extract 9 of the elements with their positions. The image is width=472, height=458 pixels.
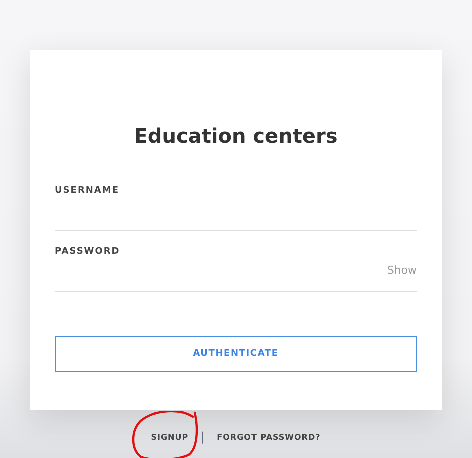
page-title: Education centers bbox=[133, 124, 339, 148]
show-password-toggle[interactable]: Show bbox=[387, 264, 417, 276]
field-label: USERNAME bbox=[55, 186, 120, 196]
signup-link[interactable]: SIGNUP bbox=[151, 432, 189, 442]
field-label: PASSWORD bbox=[55, 247, 122, 257]
password-field[interactable]: Show bbox=[55, 257, 417, 292]
authenticate-button[interactable]: AUTHENTICATE bbox=[55, 336, 417, 372]
forgot-password-link[interactable]: FORGOT PASSWORD? bbox=[217, 432, 321, 442]
link-separator: | bbox=[200, 430, 206, 444]
